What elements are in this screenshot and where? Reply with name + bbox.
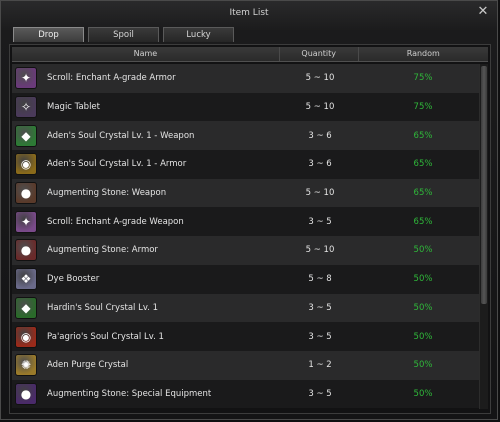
tab-bar: Drop Spoil Lucky xyxy=(13,27,238,43)
augmenting-stone-icon: ● xyxy=(15,182,37,205)
soul-crystal-gold-icon: ◉ xyxy=(15,153,37,176)
item-name: Hardin's Soul Crystal Lv. 1 xyxy=(47,302,159,313)
table-row[interactable]: ◆ Aden's Soul Crystal Lv. 1 - Weapon 3 ~ 6… xyxy=(12,121,480,151)
table-row[interactable]: ● Augmenting Stone: Armor 5 ~ 10 50% xyxy=(12,236,480,265)
table-row[interactable]: ● Augmenting Stone: Weapon 5 ~ 10 65% xyxy=(12,178,480,208)
item-quantity: 5 ~ 10 xyxy=(305,73,335,84)
item-drop-chance: 75% xyxy=(413,73,433,84)
item-quantity: 5 ~ 8 xyxy=(308,274,332,285)
item-quantity: 3 ~ 5 xyxy=(308,216,332,227)
table-row[interactable]: ● Augmenting Stone: Special Equipment 3 ~ … xyxy=(12,379,480,409)
item-quantity: 3 ~ 5 xyxy=(308,388,332,399)
item-drop-chance: 65% xyxy=(413,159,433,170)
table-header: Name Quantity Random xyxy=(12,47,488,62)
item-quantity: 1 ~ 2 xyxy=(308,360,332,371)
item-table-panel: Name Quantity Random ✦ Scroll: Enchant A-… xyxy=(9,44,491,414)
item-list-window: Item List ✕ Drop Spoil Lucky Name Quanti… xyxy=(0,0,498,420)
item-drop-chance: 65% xyxy=(413,130,433,141)
soul-crystal-green-icon: ◆ xyxy=(15,124,37,147)
table-row[interactable]: ◉ Aden's Soul Crystal Lv. 1 - Armor 3 ~ 6 6… xyxy=(12,150,480,179)
item-name: Scroll: Enchant A-grade Armor xyxy=(47,73,176,84)
item-quantity: 3 ~ 5 xyxy=(308,331,332,342)
item-drop-chance: 50% xyxy=(413,360,433,371)
item-name: Aden Purge Crystal xyxy=(47,360,129,371)
table-row[interactable]: ✺ Aden Purge Crystal 1 ~ 2 50% xyxy=(12,350,480,380)
item-name: Aden's Soul Crystal Lv. 1 - Weapon xyxy=(47,130,195,141)
item-name: Aden's Soul Crystal Lv. 1 - Armor xyxy=(47,159,187,170)
augmenting-stone-icon: ● xyxy=(15,239,37,262)
table-row[interactable]: ✦ Scroll: Enchant A-grade Weapon 3 ~ 5 65% xyxy=(12,207,480,237)
window-title: Item List xyxy=(229,8,269,18)
table-row[interactable]: ✦ Scroll: Enchant A-grade Armor 5 ~ 10 75% xyxy=(12,64,480,93)
table-row[interactable]: ◆ Hardin's Soul Crystal Lv. 1 3 ~ 5 50% xyxy=(12,293,480,323)
tab-drop[interactable]: Drop xyxy=(13,27,84,42)
item-quantity: 3 ~ 6 xyxy=(308,159,332,170)
magic-tablet-icon: ✧ xyxy=(15,96,37,119)
item-name: Magic Tablet xyxy=(47,102,100,113)
table-row[interactable]: ◉ Pa'agrio's Soul Crystal Lv. 1 3 ~ 5 50% xyxy=(12,322,480,351)
item-name: Scroll: Enchant A-grade Weapon xyxy=(47,216,184,227)
item-drop-chance: 65% xyxy=(413,188,433,199)
item-name: Augmenting Stone: Armor xyxy=(47,245,158,256)
column-header-name[interactable]: Name xyxy=(12,47,280,61)
column-header-quantity[interactable]: Quantity xyxy=(280,47,359,61)
item-name: Pa'agrio's Soul Crystal Lv. 1 xyxy=(47,331,164,342)
item-quantity: 5 ~ 10 xyxy=(305,245,335,256)
item-drop-chance: 50% xyxy=(413,274,433,285)
tab-spoil[interactable]: Spoil xyxy=(88,27,159,42)
enchant-scroll-icon: ✦ xyxy=(15,67,37,90)
item-drop-chance: 50% xyxy=(413,302,433,313)
item-name: Augmenting Stone: Special Equipment xyxy=(47,388,212,399)
soul-crystal-green-icon: ◆ xyxy=(15,296,37,319)
item-drop-chance: 50% xyxy=(413,388,433,399)
table-body: ✦ Scroll: Enchant A-grade Armor 5 ~ 10 75% ✧… xyxy=(12,64,480,409)
item-drop-chance: 50% xyxy=(413,245,433,256)
item-quantity: 5 ~ 10 xyxy=(305,102,335,113)
dye-booster-icon: ❖ xyxy=(15,268,37,291)
purge-crystal-icon: ✺ xyxy=(15,354,37,377)
table-row[interactable]: ❖ Dye Booster 5 ~ 8 50% xyxy=(12,264,480,294)
augmenting-stone-purple-icon: ● xyxy=(15,382,37,405)
table-row[interactable]: ✧ Magic Tablet 5 ~ 10 75% xyxy=(12,92,480,122)
item-drop-chance: 50% xyxy=(413,331,433,342)
column-header-random[interactable]: Random xyxy=(359,47,488,61)
close-icon[interactable]: ✕ xyxy=(476,5,490,19)
item-quantity: 3 ~ 6 xyxy=(308,130,332,141)
item-quantity: 5 ~ 10 xyxy=(305,188,335,199)
scrollbar[interactable] xyxy=(479,64,488,409)
tab-lucky[interactable]: Lucky xyxy=(163,27,234,42)
item-quantity: 3 ~ 5 xyxy=(308,302,332,313)
soul-crystal-red-icon: ◉ xyxy=(15,325,37,348)
item-name: Augmenting Stone: Weapon xyxy=(47,188,167,199)
item-drop-chance: 75% xyxy=(413,102,433,113)
item-drop-chance: 65% xyxy=(413,216,433,227)
item-name: Dye Booster xyxy=(47,274,100,285)
scrollbar-thumb[interactable] xyxy=(481,66,487,304)
enchant-scroll-icon: ✦ xyxy=(15,210,37,233)
